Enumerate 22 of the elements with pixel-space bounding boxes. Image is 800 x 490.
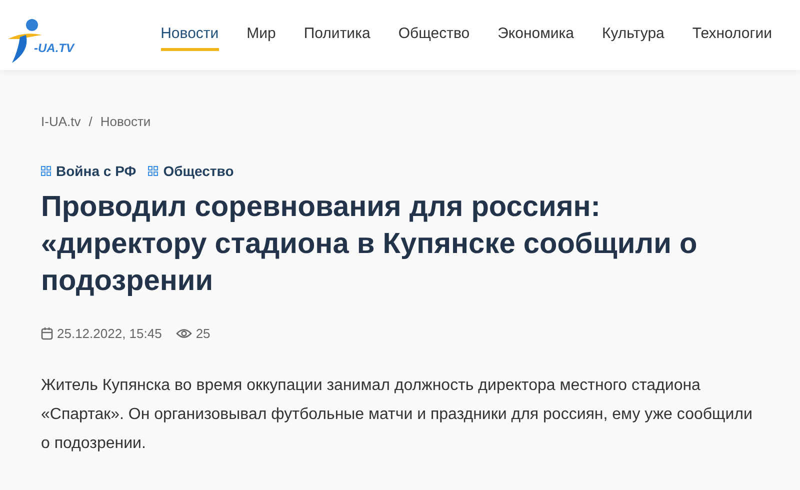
- article-title: Проводил соревнования для россиян: «директору стадиона в Купянске сообщили о подозрении: [41, 190, 698, 299]
- nav-link[interactable]: Общество: [398, 19, 470, 51]
- site-logo[interactable]: -UA.TV: [6, 7, 152, 63]
- nav-link[interactable]: Политика: [304, 19, 370, 51]
- article-lead: Житель Купянска во время оккупации занимал должность директора местного стадиона «Спартак». Он организовывал футбольные матчи и праздники для россиян, ему уже сообщили о подозрении.: [41, 376, 754, 454]
- view-count: 25: [196, 326, 210, 341]
- breadcrumb-separator: /: [88, 114, 92, 129]
- nav-link[interactable]: Экономика: [498, 19, 574, 51]
- breadcrumb-link[interactable]: I-UA.tv: [41, 114, 81, 129]
- nav-link[interactable]: Новости: [160, 19, 219, 51]
- nav-link[interactable]: Мир: [246, 19, 276, 51]
- nav-link[interactable]: Технологии: [692, 19, 772, 51]
- breadcrumb-link[interactable]: Новости: [100, 114, 151, 129]
- grid-icon: [148, 166, 158, 176]
- grid-icon: [41, 166, 51, 176]
- eye-icon: [176, 328, 192, 339]
- tag-link[interactable]: Общество: [163, 163, 234, 179]
- logo-text: -UA.TV: [34, 41, 74, 55]
- calendar-icon: [41, 327, 53, 340]
- nav-link[interactable]: Культура: [602, 19, 664, 51]
- publish-date: 25.12.2022, 15:45: [57, 326, 162, 341]
- tag-link[interactable]: Война с РФ: [56, 163, 136, 179]
